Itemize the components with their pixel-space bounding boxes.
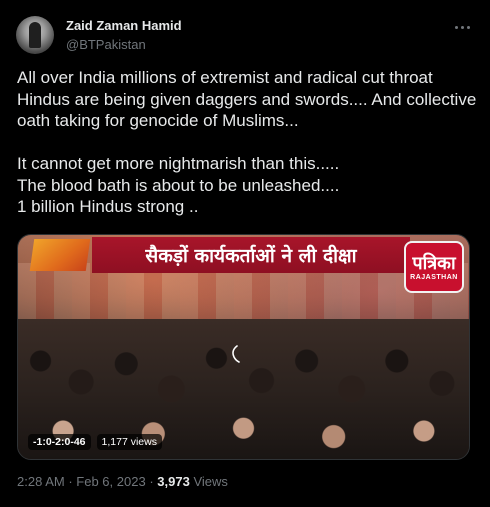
meta-separator-2: · — [149, 474, 154, 489]
tweet-text: All over India millions of extremist and… — [17, 68, 477, 216]
flag-graphic — [29, 239, 91, 271]
tweet-date[interactable]: Feb 6, 2023 — [76, 474, 145, 489]
cursor-icon — [232, 345, 240, 363]
logo-subtext: RAJASTHAN — [410, 273, 458, 281]
view-count: 3,973 — [157, 474, 190, 489]
views-label: Views — [193, 474, 228, 489]
tweet[interactable]: Zaid Zaman Hamid @BTPakistan All over In… — [0, 0, 490, 507]
tweet-meta: 2:28 AM · Feb 6, 2023 · 3,973 Views — [17, 474, 228, 489]
avatar-figure — [29, 22, 41, 48]
video-duration: -1:0-2:0-46 — [28, 434, 91, 450]
author-handle[interactable]: @BTPakistan — [66, 37, 146, 52]
more-options-button[interactable] — [451, 16, 473, 38]
video-overlay: -1:0-2:0-46 1,177 views — [28, 433, 162, 451]
meta-separator: · — [68, 474, 73, 489]
news-banner: सैकड़ों कार्यकर्ताओं ने ली दीक्षा — [92, 237, 410, 273]
logo-text: पत्रिका — [412, 252, 456, 274]
more-horizontal-icon — [453, 25, 471, 29]
video-player[interactable]: सैकड़ों कार्यकर्ताओं ने ली दीक्षा पत्रिक… — [17, 234, 470, 460]
avatar[interactable] — [16, 16, 54, 54]
patrika-logo: पत्रिका RAJASTHAN — [404, 241, 464, 293]
video-views: 1,177 views — [96, 434, 162, 450]
author-name[interactable]: Zaid Zaman Hamid — [66, 18, 182, 33]
tweet-time[interactable]: 2:28 AM — [17, 474, 65, 489]
